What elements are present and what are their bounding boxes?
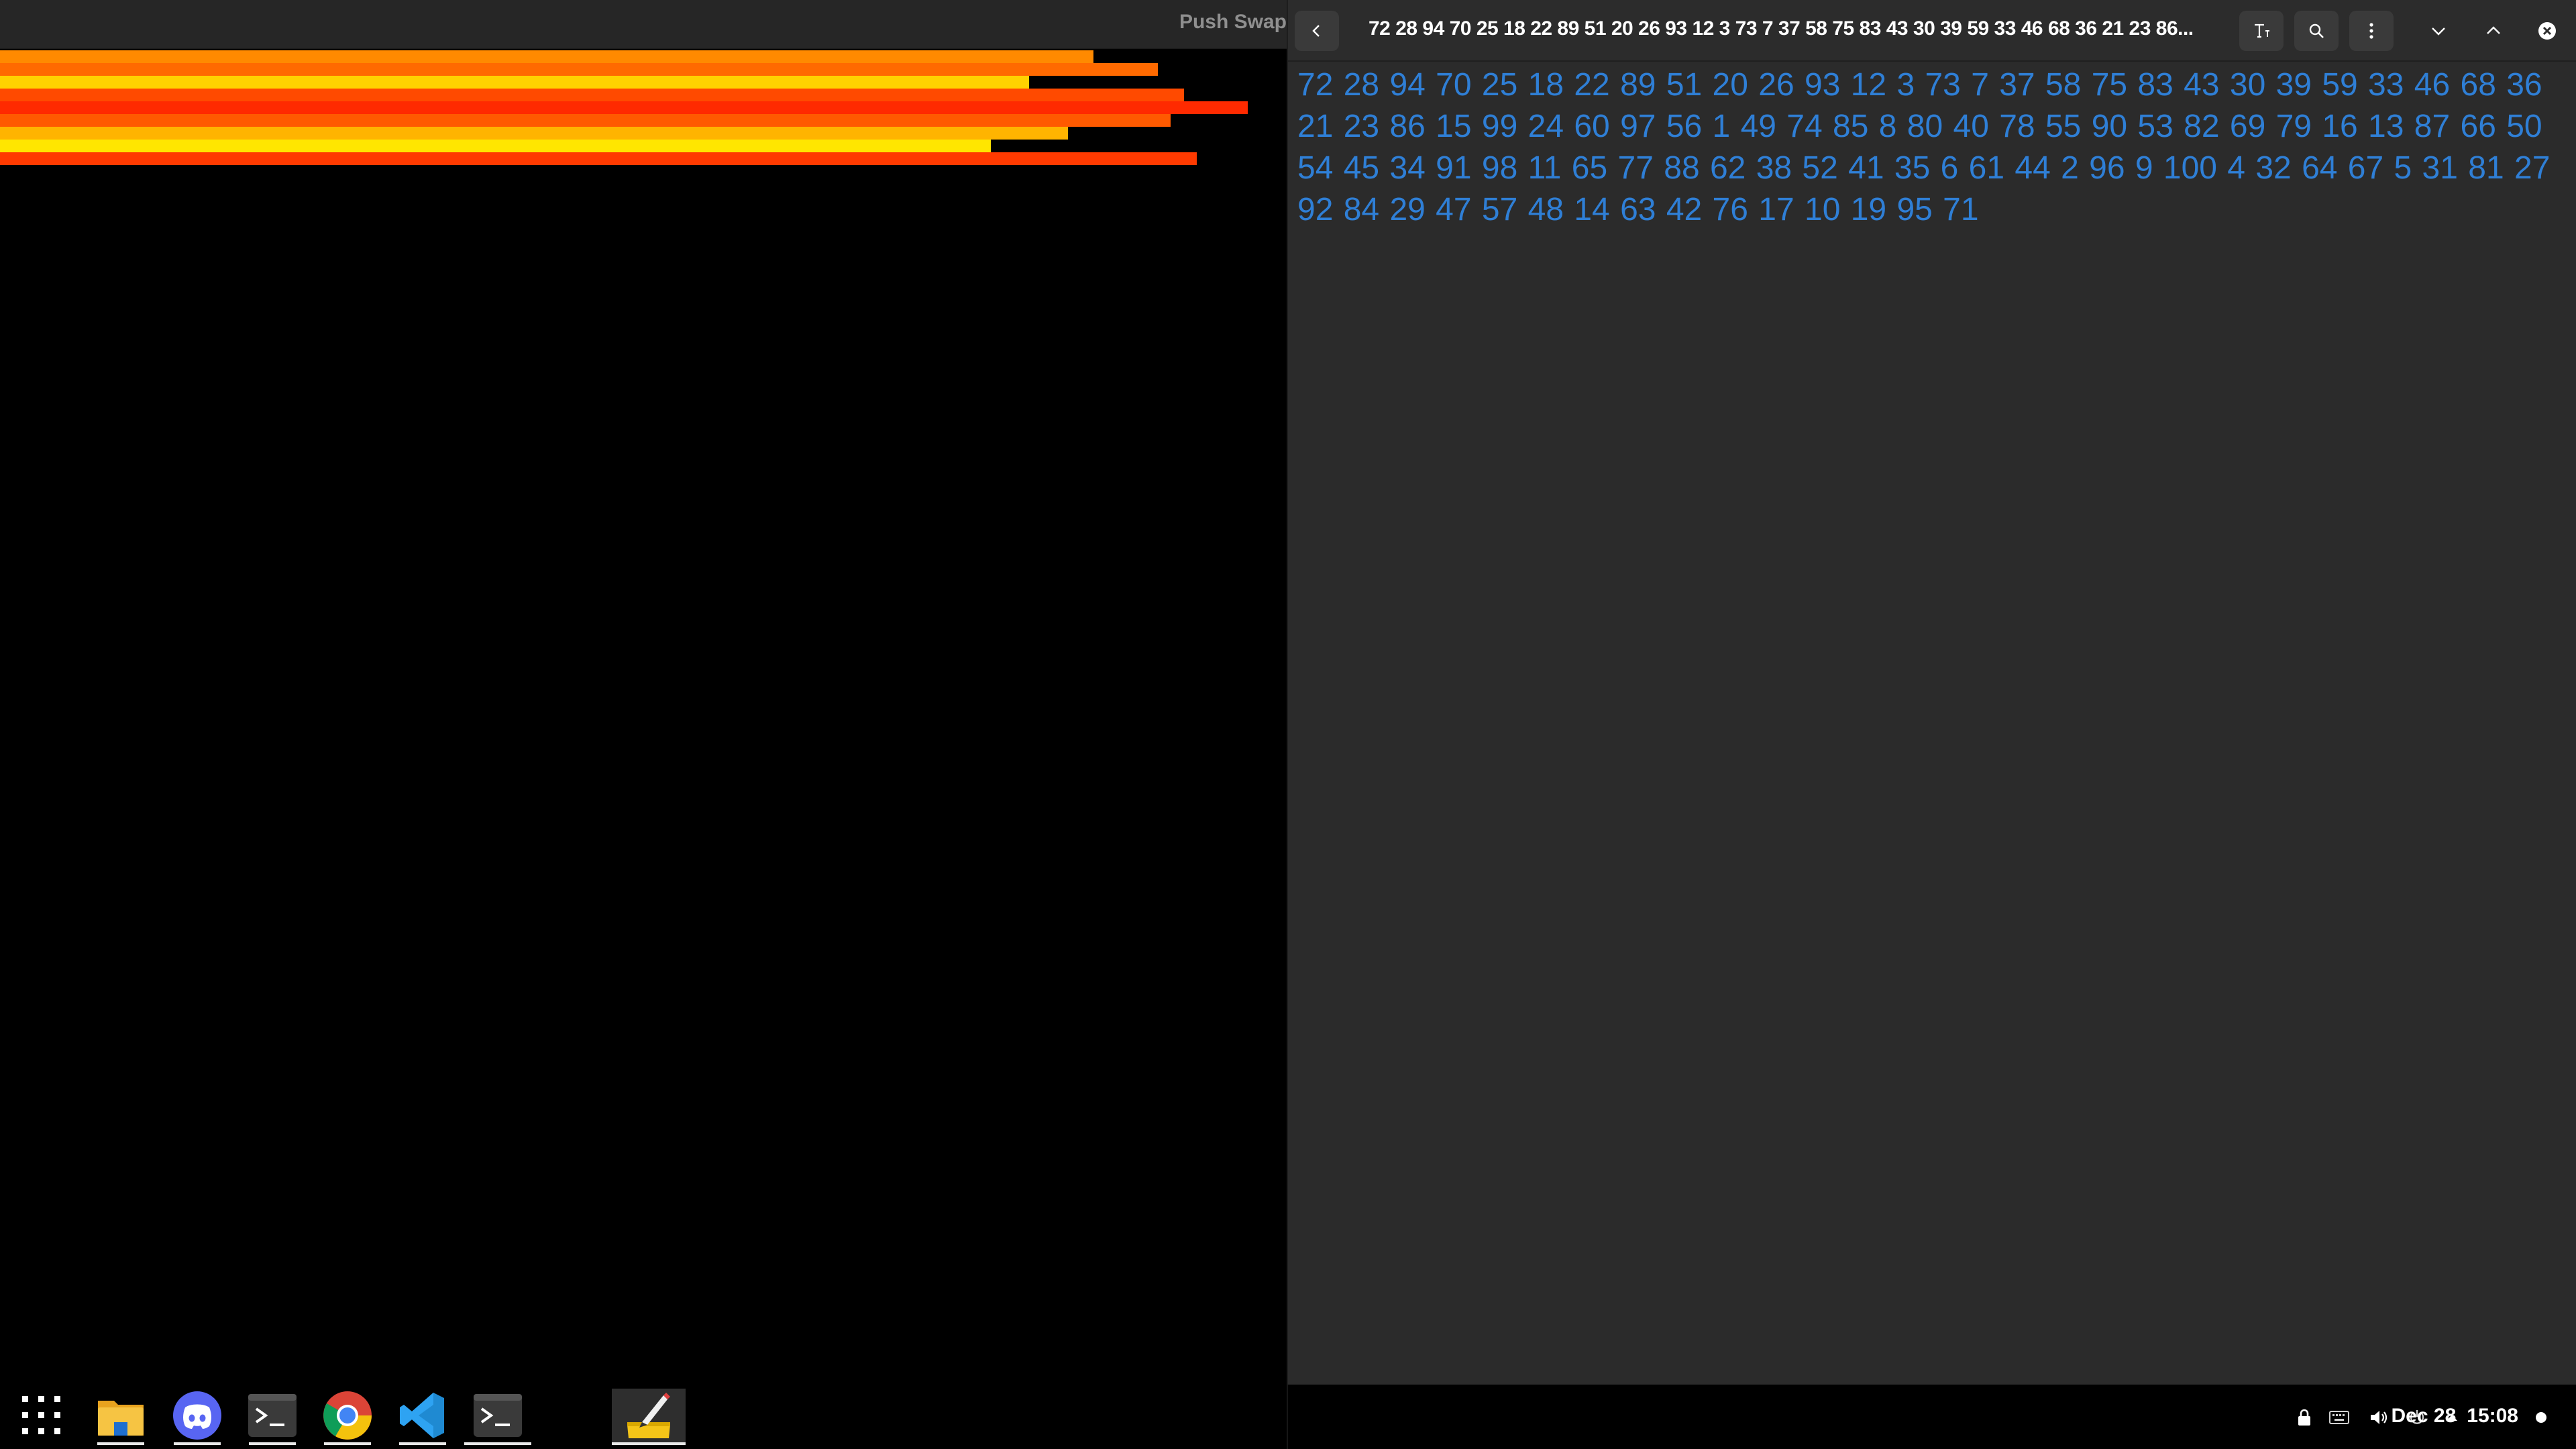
document-title: 72 28 94 70 25 18 22 89 51 20 26 93 12 3… [1368,17,2194,40]
running-indicator [399,1442,446,1445]
terminal-icon [471,1389,525,1446]
close-button[interactable] [2525,11,2569,51]
terminal-icon [246,1389,299,1446]
discord-icon [170,1389,224,1446]
stack-bar-85 [0,50,1093,63]
font-settings-button[interactable] [2239,11,2284,51]
app-grid-icon [18,1392,65,1442]
push-swap-stack-visualization [0,49,1287,1384]
running-indicator [174,1442,221,1445]
stack-bar-92 [0,89,1184,101]
document-content[interactable]: 72 28 94 70 25 18 22 89 51 20 26 93 12 3… [1297,64,2559,231]
keyboard-icon[interactable] [2328,1406,2351,1429]
stack-bar-93 [0,152,1197,165]
minimize-button[interactable] [2416,11,2461,51]
lock-icon[interactable] [2293,1406,2316,1429]
chevron-up-icon [2484,21,2503,40]
stack-bar-91 [0,114,1171,127]
files-app-button[interactable] [87,1389,154,1445]
push-swap-titlebar[interactable]: Push Swap [0,0,1287,49]
push-swap-window: Push Swap [0,0,1287,1385]
folder-icon [94,1389,148,1446]
chevron-left-icon [1309,23,1325,39]
terminal-app-button[interactable] [239,1389,306,1445]
editor-text-area[interactable]: 72 28 94 70 25 18 22 89 51 20 26 93 12 3… [1297,64,2559,231]
vscode-icon [396,1389,449,1446]
clock[interactable]: Dec 28 15:08 [2392,1405,2518,1428]
clock-time: 15:08 [2467,1405,2518,1427]
taskbar: Dec 28 15:08 [0,1385,2576,1449]
terminal-2-app-button[interactable] [464,1389,531,1445]
text-editor-icon [622,1389,676,1446]
running-indicator [97,1442,144,1445]
notification-indicator[interactable] [2536,1412,2546,1423]
system-tray[interactable]: Dec 28 15:08 [2106,1385,2576,1449]
search-icon [2307,21,2326,40]
vscode-app-button[interactable] [389,1389,456,1445]
text-size-icon [2251,21,2271,41]
running-indicator [612,1442,686,1445]
text-editor-window: 72 28 94 70 25 18 22 89 51 20 26 93 12 3… [1287,0,2576,1385]
running-indicator [324,1442,371,1445]
taskbar-divider [1287,1385,1288,1449]
text-editor-app-button[interactable] [612,1389,686,1445]
clock-date: Dec 28 [2391,1405,2457,1427]
editor-headerbar[interactable]: 72 28 94 70 25 18 22 89 51 20 26 93 12 3… [1288,0,2576,62]
back-button[interactable] [1295,11,1339,51]
stack-bar-77 [0,140,991,152]
search-button[interactable] [2294,11,2339,51]
close-icon [2537,21,2557,41]
stack-bar-83 [0,127,1068,140]
stack-bar-80 [0,76,1029,89]
volume-icon[interactable] [2368,1406,2391,1429]
stack-bar-97 [0,101,1248,114]
push-swap-title: Push Swap [1179,11,1287,33]
stack-bar-90 [0,63,1158,76]
chrome-icon [321,1389,374,1446]
chrome-app-button[interactable] [314,1389,381,1445]
running-indicator [464,1442,531,1445]
main-menu-button[interactable] [2349,11,2394,51]
chevron-down-icon [2429,21,2448,40]
running-indicator [249,1442,296,1445]
maximize-button[interactable] [2471,11,2516,51]
app-grid-button[interactable] [8,1389,75,1445]
discord-app-button[interactable] [164,1389,231,1445]
kebab-menu-icon [2368,21,2375,40]
